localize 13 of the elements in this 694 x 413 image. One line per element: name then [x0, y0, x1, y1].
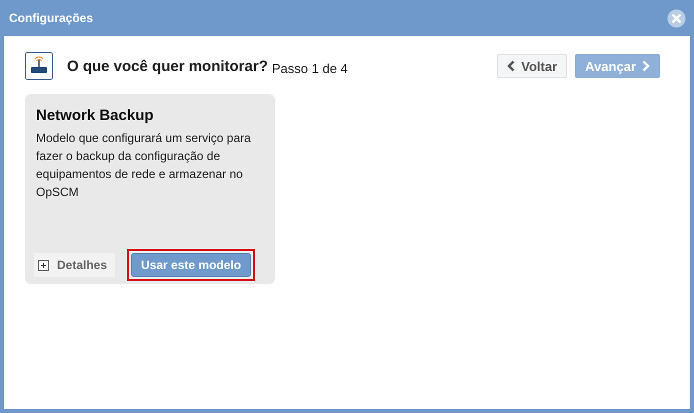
step-indicator: Passo 1 de 4: [272, 60, 348, 76]
plus-icon: [38, 260, 49, 270]
card-description: Modelo que configurará um serviço para fazer o backup da configuração de equipamentos de rede e armazenar no OpSCM: [36, 130, 252, 201]
use-template-button[interactable]: Usar este modelo: [131, 253, 252, 277]
details-button[interactable]: Detalhes: [34, 253, 116, 277]
chevron-right-icon: [642, 60, 650, 72]
close-icon[interactable]: [667, 8, 686, 28]
heading: O que você quer monitorar?: [67, 58, 268, 74]
chevron-left-icon: [507, 60, 516, 72]
back-button[interactable]: Voltar: [497, 54, 568, 78]
router-icon: [25, 52, 53, 80]
window-title: Configurações: [9, 11, 94, 25]
card-title: Network Backup: [36, 107, 155, 124]
